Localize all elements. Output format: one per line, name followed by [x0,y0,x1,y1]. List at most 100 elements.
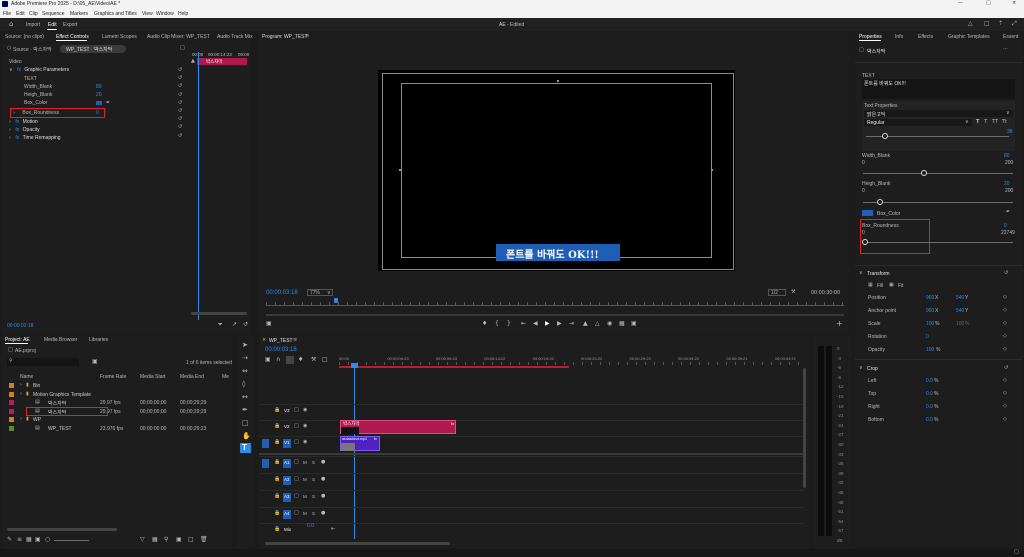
anchor-x[interactable]: 960 [926,308,934,314]
ec-heigh-blank-row[interactable]: Heigh_Blank 20 [24,92,102,98]
chevron-right-icon[interactable]: › [20,391,22,397]
work-area-bar[interactable] [339,366,569,368]
reset-icon[interactable]: ↺ [1004,270,1008,276]
new-bin-footer-icon[interactable]: ▣ [176,536,182,543]
chevron-right-icon[interactable]: › [20,416,22,422]
mark-in-icon[interactable]: { [495,320,499,327]
timeline-ruler[interactable]: 00:00 00:00:04:23 00:00:09:23 00:00:14:22 00… [339,356,805,366]
keyframe-icon[interactable]: ◇ [1003,294,1007,300]
automate-icon[interactable]: ▦ [152,536,158,543]
sync-lock-icon[interactable]: □ [294,407,299,413]
project-row[interactable]: › ▮ Motion Graphics Template [2,391,232,399]
home-icon[interactable]: ⌂ [9,20,13,28]
menu-graphics[interactable]: Graphics and Titles [94,11,137,17]
export-frame-icon[interactable]: ◉ [607,320,612,327]
col-media-start[interactable]: Media Start [140,374,166,380]
filter-icon[interactable]: ⏷ [218,321,223,329]
freeform-view-icon[interactable]: ▣ [35,536,41,543]
tab-media-browser[interactable]: Media Browser [44,337,77,343]
fullscreen-icon[interactable]: ⤢ [1012,20,1017,28]
anchor-y[interactable]: 540 [956,308,964,314]
ec-sequence-pill[interactable]: WP_TEST · 박스자막 [60,45,126,53]
tab-libraries[interactable]: Libraries [89,337,108,343]
sync-lock-icon[interactable]: □ [294,459,299,465]
keyframe-icon[interactable]: ◇ [1003,390,1007,396]
lock-icon[interactable]: 🔒 [274,526,280,532]
write-icon[interactable]: ✎ [7,536,12,543]
box-color-swatch[interactable] [96,101,102,105]
box-roundness-knob[interactable] [862,239,868,245]
keyframe-icon[interactable]: ◇ [1003,333,1007,339]
captions-icon[interactable]: □ [322,356,328,363]
heigh-blank-value[interactable]: 20 [96,92,102,98]
linked-selection-active[interactable] [286,356,294,364]
ec-zoom-scrollbar[interactable] [191,312,247,315]
handle-right[interactable] [711,169,713,171]
mark-out-icon[interactable]: } [507,320,511,327]
sync-lock-icon[interactable]: □ [294,493,299,499]
eyedropper-icon[interactable]: ✒ [1006,209,1010,215]
play-icon[interactable]: ▶ [545,320,550,327]
font-size-knob[interactable] [882,133,888,139]
snap-icon[interactable]: ∩ [276,356,280,363]
col-me[interactable]: Me [222,374,229,380]
program-video-frame[interactable]: 폰트를 바꿔도 OK!!! [378,70,735,271]
add-marker-icon[interactable]: ♦ [298,356,303,363]
text-input[interactable]: 폰트를 바꿔도 OK!!! [862,79,1015,99]
solo-icon[interactable]: S [312,477,315,482]
timeline-hscroll[interactable] [265,542,450,545]
compare-icon[interactable]: ▦ [619,320,625,327]
sequence-icon[interactable]: ▤ [35,399,40,405]
video-audio-divider[interactable] [259,453,805,455]
source-patch[interactable] [262,459,269,468]
box-roundness-value[interactable]: 0 [96,110,99,116]
handle-left[interactable] [399,169,401,171]
sequence-icon[interactable]: ▤ [35,425,40,431]
ec-motion-row[interactable]: › fx Motion [9,119,38,125]
program-playhead[interactable] [334,298,338,303]
mic-icon[interactable]: ● [321,493,325,499]
go-to-in-icon[interactable]: ⇤ [521,320,526,327]
box-roundness-value[interactable]: 0 [1004,223,1007,229]
program-zoom-bar[interactable] [266,314,844,316]
selection-tool-icon[interactable]: ➤ [242,341,248,349]
heigh-blank-value[interactable]: 20 [1004,181,1010,187]
label-color-swatch[interactable] [9,408,14,414]
ripple-edit-icon[interactable]: ⇔ [242,367,248,375]
tab-source[interactable]: Source: (no clips) [5,34,44,40]
maximize-icon[interactable]: □ [986,0,991,6]
sort-icon[interactable]: ▽ [140,536,145,543]
lock-icon[interactable]: 🔒 [274,476,280,482]
ec-width-blank-row[interactable]: Width_Blank 80 [24,84,102,90]
mic-icon[interactable]: ● [321,459,325,465]
tab-audio-track-mix[interactable]: Audio Track Mix [217,34,253,40]
notifications-icon[interactable]: □ [984,20,990,27]
position-x[interactable]: 960 [926,295,934,301]
sync-lock-icon[interactable]: □ [294,476,299,482]
position-y[interactable]: 540 [956,295,964,301]
reset-icon[interactable]: ↺ [178,115,186,123]
menu-view[interactable]: View [142,11,153,17]
extract-icon[interactable]: △ [595,320,600,327]
razor-icon[interactable]: ◊ [242,380,245,388]
program-scrubber[interactable] [266,302,844,306]
project-search[interactable]: ⚲ [7,358,79,366]
quality-dropdown[interactable]: 1/2 [768,289,786,296]
quick-export-icon[interactable]: ⇡ [998,20,1003,27]
solo-icon[interactable]: S [312,460,315,465]
font-size-value[interactable]: 38 [1007,129,1013,135]
mute-icon[interactable]: M [303,494,307,499]
heigh-blank-knob[interactable] [877,199,883,205]
timeline-tab[interactable]: WP_TEST [269,338,293,344]
menu-file[interactable]: File [3,11,11,17]
lift-icon[interactable]: ▲ [583,320,588,327]
icon-view-icon[interactable]: ▦ [26,536,32,543]
program-settings-icon[interactable]: ▣ [266,320,272,327]
reset-icon[interactable]: ↺ [178,82,186,90]
go-to-out-icon[interactable]: ⇥ [569,320,574,327]
fill-icon[interactable]: ▦ [868,282,873,288]
ec-export-icon[interactable]: ↗ [232,321,237,328]
lock-icon[interactable]: 🔒 [274,493,280,499]
workspace-import[interactable]: Import [26,22,40,28]
ec-panel-toggle-icon[interactable]: □ [180,45,185,51]
